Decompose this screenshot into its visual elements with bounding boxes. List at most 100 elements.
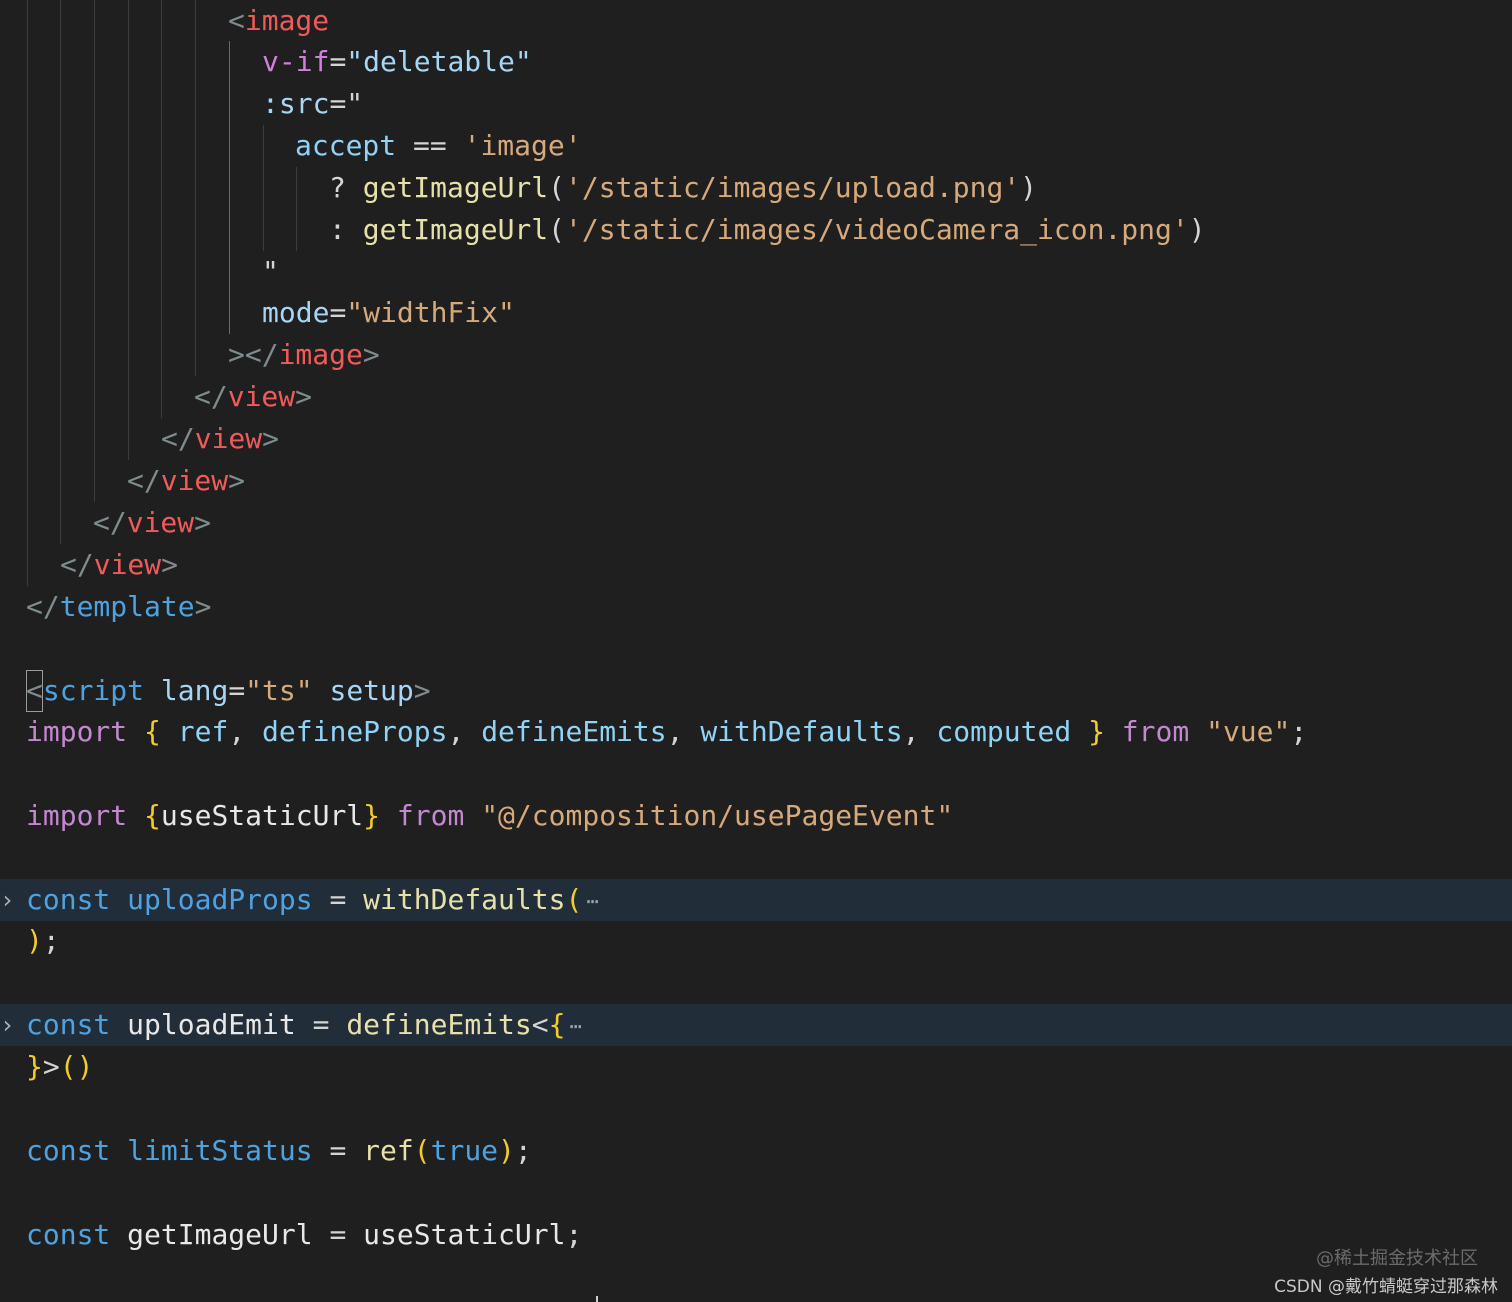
code-editor[interactable]: <image v-if="deletable":src=" accept == 'i… [0,0,1512,1302]
code-line[interactable] [0,1172,1512,1214]
code-line[interactable]: import {useStaticUrl} from "@/compositio… [0,795,1512,837]
code-token: </ [26,590,60,623]
code-text: ? getImageUrl('/static/images/upload.png… [329,167,1037,209]
code-token: </ [60,548,94,581]
code-line[interactable]: </view> [0,502,1512,544]
text-cursor-bracket: < [26,670,43,712]
code-line[interactable]: : getImageUrl('/static/images/videoCamer… [0,209,1512,251]
code-line[interactable]: ></image> [0,334,1512,376]
code-line[interactable] [0,962,1512,1004]
code-line[interactable]: const limitStatus = ref(true); [0,1130,1512,1172]
code-token: = [329,296,347,329]
code-token: < [531,1008,549,1041]
code-text: ></image> [228,334,380,376]
code-line[interactable]: }>() [0,1046,1512,1088]
code-text: </template> [26,586,211,628]
code-token: const [26,883,111,916]
code-token: ; [42,924,60,957]
chevron-right-icon[interactable]: › [0,879,14,921]
code-token: "ts" [245,674,313,707]
code-line[interactable]: const getImageUrl = useStaticUrl; [0,1214,1512,1256]
code-token: > [194,506,212,539]
code-token: view [194,422,263,455]
code-line[interactable]: <image [0,0,1512,42]
code-text: </view> [127,460,245,502]
code-line[interactable]: accept == 'image' [0,125,1512,167]
code-line[interactable] [0,837,1512,879]
code-token: () [59,1050,94,1083]
code-token: "deletable" [346,45,532,78]
code-token: view [126,506,195,539]
code-token: > [413,674,431,707]
folded-region-ellipsis[interactable]: ⋯ [569,1005,581,1047]
code-token: '/static/images/videoCamera_icon.png' [565,213,1189,246]
code-token: useStaticUrl [363,1218,566,1251]
code-token: , [902,715,937,748]
code-token: ( [548,171,566,204]
code-line[interactable]: </template> [0,586,1512,628]
code-token: = [295,1008,347,1041]
code-token: getImageUrl [362,213,549,246]
code-text: </view> [194,376,312,418]
code-line[interactable]: v-if="deletable" [0,41,1512,83]
code-text: import {useStaticUrl} from "@/compositio… [26,795,953,837]
code-line[interactable]: ? getImageUrl('/static/images/upload.png… [0,167,1512,209]
code-line[interactable]: ); [0,920,1512,962]
code-token: uploadProps [127,883,313,916]
code-token: defineEmits [346,1008,532,1041]
code-token: </ [127,464,161,497]
code-token: } [26,1050,43,1083]
code-token: view [227,380,296,413]
author-watermark: CSDN @戴竹蜻蜓穿过那森林 [1274,1277,1498,1297]
code-line[interactable] [0,753,1512,795]
code-token: = [312,1134,364,1167]
code-token: const [26,1134,111,1167]
code-line[interactable]: › const uploadProps = withDefaults(⋯ [0,879,1512,921]
code-line[interactable]: </view> [0,418,1512,460]
code-token: from [396,799,465,832]
code-token: true [430,1134,499,1167]
code-token: < [228,4,245,37]
code-line[interactable]: </view> [0,544,1512,586]
code-token: "@/composition/usePageEvent" [481,799,954,832]
code-token: > [161,548,179,581]
code-text: const uploadProps = withDefaults(⋯ [26,879,598,922]
code-line[interactable]: </view> [0,460,1512,502]
chevron-right-icon[interactable]: › [0,1004,14,1046]
code-token: withDefaults [363,883,566,916]
code-token: { [144,799,161,832]
code-token: = [228,674,246,707]
code-token: ) [1020,171,1038,204]
code-token: lang [160,674,229,707]
code-token: template [59,590,195,623]
code-line[interactable]: </view> [0,376,1512,418]
code-token: getImageUrl [127,1218,313,1251]
code-line[interactable]: :src=" [0,83,1512,125]
code-line[interactable]: <script lang="ts" setup> [0,670,1512,712]
code-line[interactable]: import { ref, defineProps, defineEmits, … [0,711,1512,753]
code-line[interactable]: " [0,251,1512,293]
code-token: "vue" [1206,715,1291,748]
code-token: ) [498,1134,515,1167]
platform-watermark: @稀土掘金技术社区 [1316,1248,1478,1269]
code-line[interactable]: › const uploadEmit = defineEmits<{⋯ [0,1004,1512,1046]
code-line[interactable]: mode="widthFix" [0,292,1512,334]
code-token: = [329,45,347,78]
code-text: <image [228,0,329,42]
code-token: '/static/images/upload.png' [565,171,1021,204]
code-line[interactable] [0,628,1512,670]
code-token: script [42,674,145,707]
code-token: , [666,715,701,748]
folded-region-ellipsis[interactable]: ⋯ [586,880,598,922]
code-line[interactable] [0,1088,1512,1130]
code-token: "widthFix" [346,296,515,329]
